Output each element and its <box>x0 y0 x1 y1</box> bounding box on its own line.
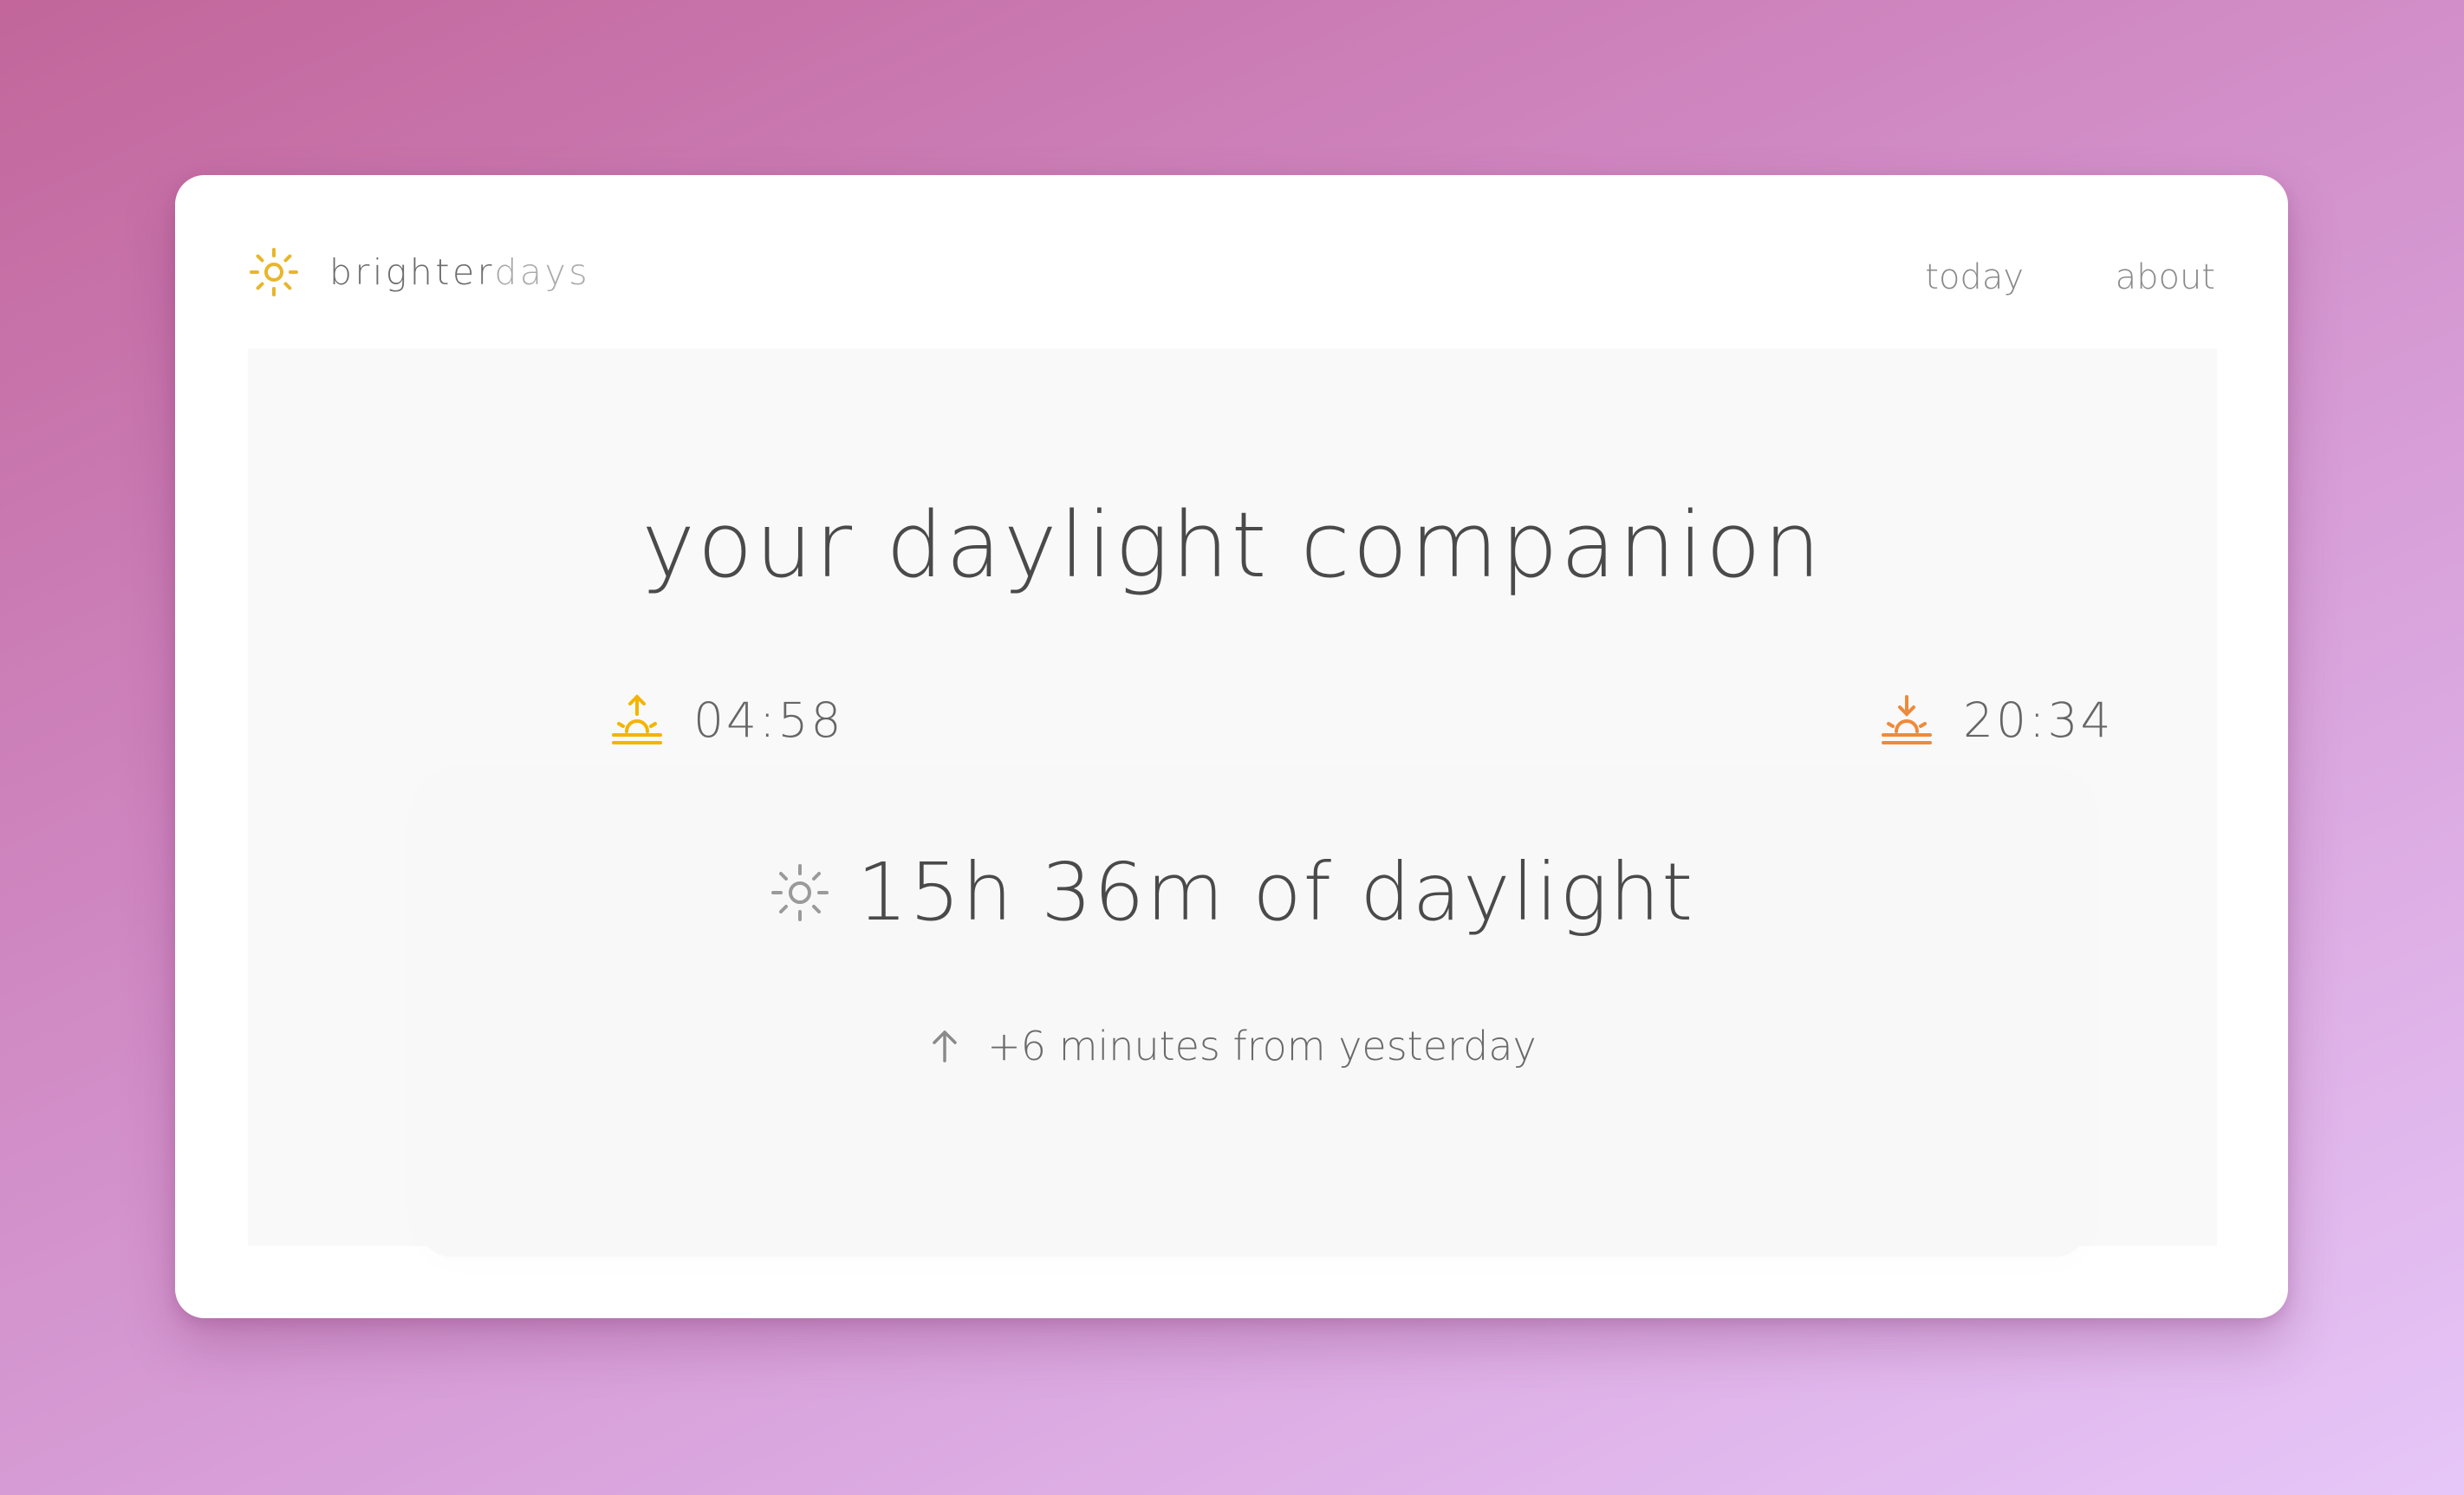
daylight-duration: 15h 36m of daylight <box>175 853 2288 933</box>
page-title: your daylight companion <box>641 492 1824 598</box>
brand-logo-link[interactable]: brighterdays <box>248 246 590 298</box>
daylight-duration-text: 15h 36m of daylight <box>856 846 1695 939</box>
sun-icon <box>248 246 300 298</box>
brand-name-primary: brighter <box>329 250 495 293</box>
app-window: brighterdays today about your daylight c… <box>175 175 2288 1318</box>
daylight-card <box>419 771 2087 1257</box>
nav-link-about[interactable]: about <box>2116 260 2215 295</box>
sunrise-time: 04:58 <box>610 693 844 747</box>
sunrise-icon <box>610 693 664 747</box>
nav-link-today[interactable]: today <box>1925 260 2024 295</box>
sunset-value: 20:34 <box>1963 692 2114 748</box>
arrow-up-icon <box>926 1028 963 1064</box>
daylight-change: +6 minutes from yesterday <box>175 1026 2288 1066</box>
daylight-change-text: +6 minutes from yesterday <box>987 1023 1537 1069</box>
hero-section: your daylight companion <box>248 348 2217 1257</box>
top-nav: brighterdays today about <box>175 175 2288 348</box>
brand-name: brighterdays <box>329 254 590 290</box>
sunrise-value: 04:58 <box>693 692 844 748</box>
brand-name-secondary: days <box>494 250 591 293</box>
sunset-time: 20:34 <box>1880 693 2114 747</box>
sun-icon <box>769 861 831 924</box>
sunset-icon <box>1880 693 1934 747</box>
